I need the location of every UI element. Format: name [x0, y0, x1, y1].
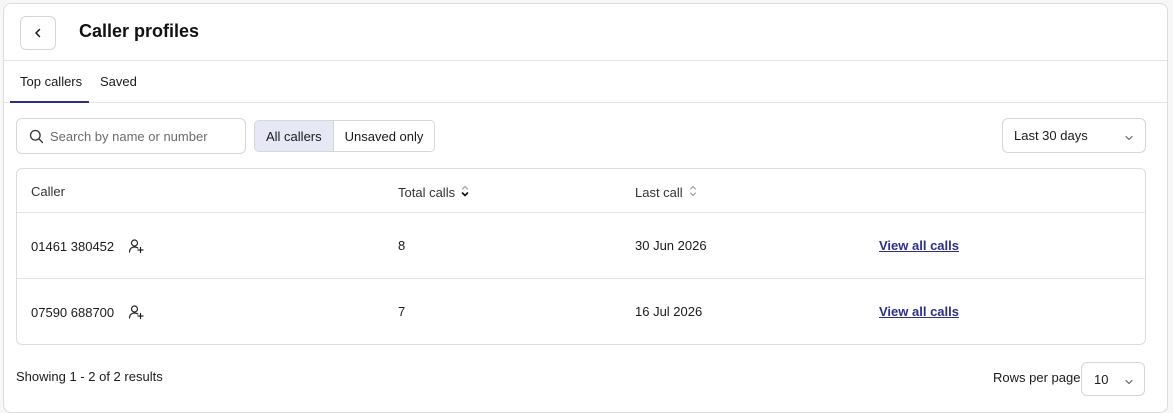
- column-header-total-calls[interactable]: Total calls: [398, 184, 470, 201]
- add-contact-icon[interactable]: [128, 304, 144, 320]
- total-calls-cell: 8: [398, 238, 406, 253]
- sort-icon: [688, 184, 698, 201]
- back-button[interactable]: [20, 16, 56, 50]
- rows-per-page-select[interactable]: 10: [1081, 362, 1145, 396]
- sort-desc-icon: [460, 184, 470, 201]
- last-call-cell: 30 Jun 2026: [635, 238, 707, 253]
- caller-number: 07590 688700: [31, 304, 115, 320]
- page-title: Caller profiles: [79, 21, 200, 41]
- last-call-cell: 16 Jul 2026: [635, 304, 703, 319]
- date-range-select[interactable]: Last 30 days: [1002, 118, 1146, 153]
- view-all-calls-link[interactable]: View all calls: [879, 238, 959, 253]
- chevron-left-icon: [33, 26, 43, 41]
- chevron-down-icon: [1124, 131, 1134, 146]
- tab-saved[interactable]: Saved: [100, 74, 137, 89]
- all-callers-button[interactable]: All callers: [255, 121, 334, 151]
- total-calls-cell: 7: [398, 304, 406, 319]
- active-tab-indicator: [10, 101, 89, 103]
- page-header: Caller profiles: [4, 4, 1167, 61]
- table-row: 07590 688700 7 16 Jul 2026 View all call…: [17, 279, 1145, 344]
- rows-per-page-label: Rows per page: [993, 370, 1081, 385]
- results-summary: Showing 1 - 2 of 2 results: [16, 369, 163, 384]
- tab-top-callers[interactable]: Top callers: [20, 74, 82, 89]
- search-input[interactable]: [50, 128, 235, 144]
- search-icon: [29, 129, 44, 147]
- add-contact-icon[interactable]: [128, 238, 144, 254]
- caller-filter-segment: All callers Unsaved only: [254, 120, 436, 152]
- unsaved-only-button[interactable]: Unsaved only: [333, 121, 435, 151]
- column-header-last-call[interactable]: Last call: [635, 184, 698, 201]
- column-header-caller: Caller: [31, 184, 65, 199]
- date-range-value: Last 30 days: [1014, 128, 1088, 143]
- tab-bar: Top callers Saved: [4, 61, 1167, 103]
- search-box[interactable]: [16, 118, 246, 154]
- table-header: Caller Total calls Last call: [17, 169, 1145, 213]
- rows-per-page-value: 10: [1094, 371, 1109, 387]
- table-row: 01461 380452 8 30 Jun 2026 View all call…: [17, 213, 1145, 279]
- caller-cell: 07590 688700: [31, 304, 144, 320]
- caller-number: 01461 380452: [31, 238, 115, 254]
- caller-cell: 01461 380452: [31, 238, 144, 254]
- callers-table: Caller Total calls Last call 01461 38045…: [16, 168, 1146, 345]
- chevron-down-icon: [1124, 375, 1134, 390]
- view-all-calls-link[interactable]: View all calls: [879, 304, 959, 319]
